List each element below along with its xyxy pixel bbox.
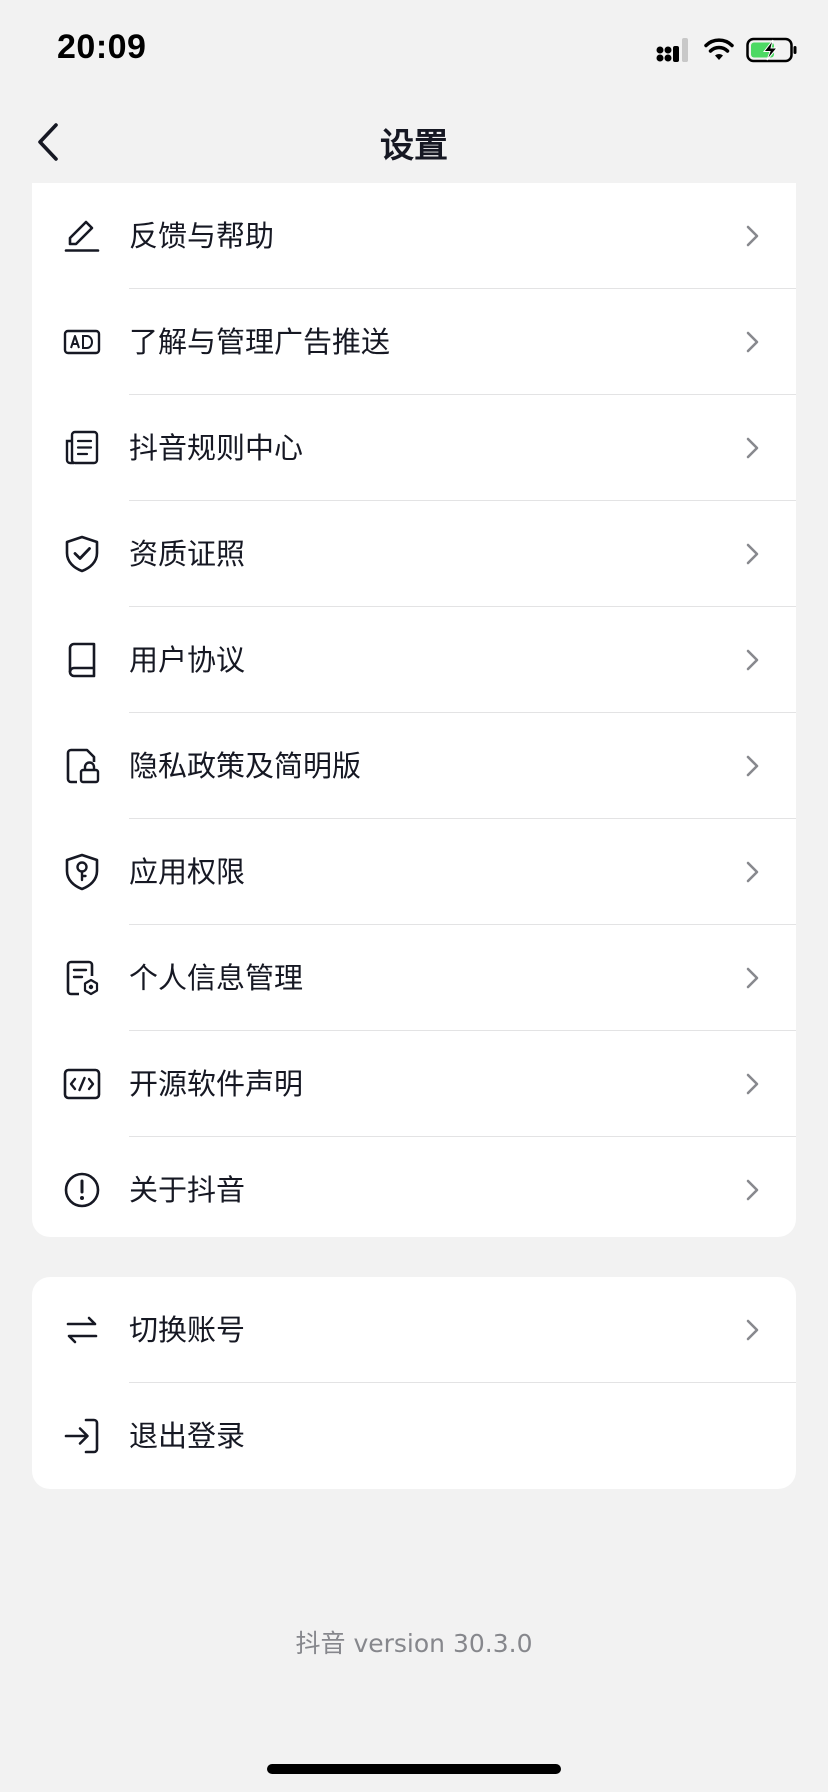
row-label: 应用权限 — [129, 855, 246, 889]
chevron-right-icon — [746, 1073, 759, 1095]
settings-row-feedback[interactable]: 反馈与帮助 — [32, 183, 796, 289]
status-bar: 20:09 — [0, 0, 828, 100]
settings-row-about[interactable]: 关于抖音 — [32, 1137, 796, 1237]
shield-check-icon — [62, 534, 102, 574]
chevron-right-icon — [746, 543, 759, 565]
account-actions-card: 切换账号 退出登录 — [32, 1277, 796, 1489]
app-version-text: 抖音 version 30.3.0 — [295, 1629, 533, 1658]
cellular-signal-icon — [656, 38, 688, 62]
wifi-icon — [704, 38, 734, 60]
status-time: 20:09 — [57, 28, 147, 66]
chevron-right-icon — [746, 861, 759, 883]
chevron-right-icon — [746, 755, 759, 777]
status-icons — [656, 34, 798, 66]
settings-row-qualifications[interactable]: 资质证照 — [32, 501, 796, 607]
battery-charging-icon — [746, 37, 797, 63]
chevron-right-icon — [746, 331, 759, 353]
rules-document-icon — [62, 428, 102, 468]
chevron-right-icon — [746, 1179, 759, 1201]
settings-row-privacy-policy[interactable]: 隐私政策及简明版 — [32, 713, 796, 819]
settings-row-logout[interactable]: 退出登录 — [32, 1383, 796, 1489]
row-label: 反馈与帮助 — [129, 219, 275, 253]
settings-row-ads[interactable]: 了解与管理广告推送 — [32, 289, 796, 395]
nav-bar: 设置 — [0, 100, 828, 184]
code-icon — [62, 1064, 102, 1104]
settings-row-personal-info[interactable]: 个人信息管理 — [32, 925, 796, 1031]
row-label: 切换账号 — [129, 1313, 246, 1347]
row-label: 用户协议 — [129, 643, 246, 677]
logout-icon — [62, 1416, 102, 1456]
page-title: 设置 — [380, 126, 448, 166]
privacy-lock-icon — [62, 746, 102, 786]
settings-row-switch-account[interactable]: 切换账号 — [32, 1277, 796, 1383]
home-indicator[interactable] — [267, 1764, 561, 1774]
row-label: 个人信息管理 — [129, 961, 304, 995]
settings-row-open-source[interactable]: 开源软件声明 — [32, 1031, 796, 1137]
chevron-right-icon — [746, 649, 759, 671]
settings-row-rules-center[interactable]: 抖音规则中心 — [32, 395, 796, 501]
row-label: 退出登录 — [129, 1419, 246, 1453]
chevron-right-icon — [746, 225, 759, 247]
personal-info-icon — [62, 958, 102, 998]
book-icon — [62, 640, 102, 680]
chevron-right-icon — [746, 967, 759, 989]
chevron-right-icon — [746, 1319, 759, 1341]
info-exclamation-icon — [62, 1170, 102, 1210]
row-label: 抖音规则中心 — [129, 431, 304, 465]
switch-arrows-icon — [62, 1310, 102, 1350]
edit-pen-icon — [62, 216, 102, 256]
shield-key-icon — [62, 852, 102, 892]
settings-row-user-agreement[interactable]: 用户协议 — [32, 607, 796, 713]
row-label: 了解与管理广告推送 — [129, 325, 391, 359]
row-label: 关于抖音 — [129, 1173, 246, 1207]
ad-icon — [62, 322, 102, 362]
settings-list-card: 反馈与帮助 了解与管理广告推送 抖音规则中心 资质证照 用户协议 隐私政策及简明… — [32, 183, 796, 1237]
row-label: 资质证照 — [129, 537, 246, 571]
chevron-right-icon — [746, 437, 759, 459]
settings-row-app-permissions[interactable]: 应用权限 — [32, 819, 796, 925]
row-label: 开源软件声明 — [129, 1067, 304, 1101]
row-label: 隐私政策及简明版 — [129, 749, 362, 783]
